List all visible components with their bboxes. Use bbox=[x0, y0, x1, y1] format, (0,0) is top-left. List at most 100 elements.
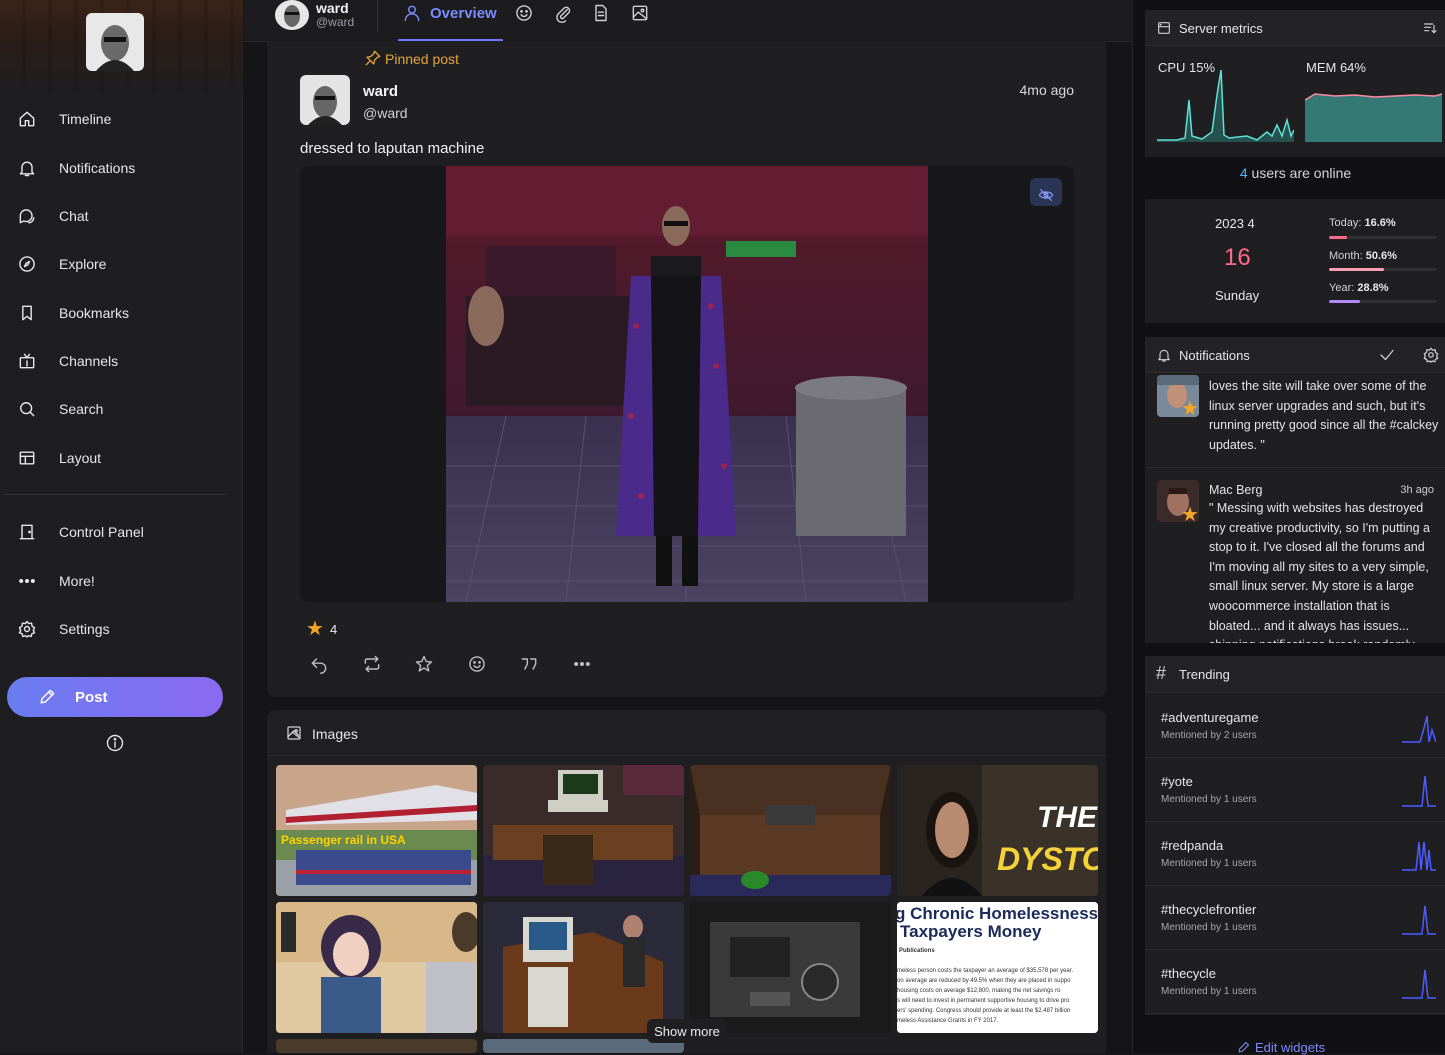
gallery-thumb-rail[interactable]: Passenger rail in USA bbox=[276, 765, 477, 896]
images-header[interactable]: Images bbox=[267, 710, 1106, 756]
user-icon bbox=[404, 5, 420, 22]
nav-chat[interactable]: Chat bbox=[0, 196, 243, 236]
trend-mentions: Mentioned by 1 users bbox=[1161, 986, 1257, 997]
sort-icon[interactable] bbox=[1422, 20, 1438, 36]
nav-search[interactable]: Search bbox=[0, 389, 243, 429]
bell-icon bbox=[19, 161, 35, 177]
post-author-name[interactable]: ward bbox=[363, 83, 398, 100]
trend-mentions: Mentioned by 1 users bbox=[1161, 794, 1257, 805]
online-text: users are online bbox=[1247, 165, 1352, 181]
post-button[interactable]: Post bbox=[7, 677, 223, 717]
nav-settings[interactable]: Settings bbox=[0, 609, 243, 649]
nav-label: Chat bbox=[59, 208, 89, 224]
avatar[interactable] bbox=[275, 0, 309, 30]
post-timestamp[interactable]: 4mo ago bbox=[1020, 82, 1074, 98]
page-header: ward @ward Overview bbox=[244, 0, 1131, 42]
trend-sparkline bbox=[1402, 715, 1436, 743]
avatar[interactable] bbox=[86, 13, 144, 71]
boost-icon[interactable] bbox=[362, 654, 382, 674]
quote-icon[interactable] bbox=[519, 654, 539, 674]
trend-tag: #yote bbox=[1161, 774, 1193, 789]
compass-icon bbox=[19, 256, 35, 272]
layout-icon bbox=[19, 451, 35, 465]
nav-label: Notifications bbox=[59, 160, 136, 176]
nav-label: Explore bbox=[59, 256, 107, 272]
nav-notifications[interactable]: Notifications bbox=[0, 148, 243, 188]
nav-label: Timeline bbox=[59, 111, 112, 127]
nav-control-panel[interactable]: Control Panel bbox=[0, 512, 243, 552]
images-title: Images bbox=[312, 726, 358, 742]
nav-label: Layout bbox=[59, 450, 102, 466]
chevron-up-icon[interactable] bbox=[285, 724, 303, 742]
nav-timeline[interactable]: Timeline bbox=[0, 99, 243, 139]
gallery-thumb-desk[interactable] bbox=[483, 765, 684, 896]
progress-today-bar bbox=[1329, 236, 1437, 239]
thumb-caption: THE A bbox=[1037, 801, 1098, 834]
post-media bbox=[300, 166, 1074, 602]
nav-explore[interactable]: Explore bbox=[0, 244, 243, 284]
emoji-icon[interactable] bbox=[514, 3, 534, 23]
divider bbox=[4, 494, 226, 495]
trend-mentions: Mentioned by 2 users bbox=[1161, 730, 1257, 741]
trend-item[interactable]: #thecyclefrontier Mentioned by 1 users bbox=[1145, 886, 1445, 950]
gallery-thumb-dystopia[interactable]: THE A DYSTOPI bbox=[897, 765, 1098, 896]
avatar[interactable] bbox=[300, 75, 350, 125]
nav-more[interactable]: More! bbox=[0, 561, 243, 601]
cpu-line bbox=[1157, 70, 1294, 141]
reply-icon[interactable] bbox=[309, 654, 329, 674]
profile-name: ward bbox=[316, 0, 349, 16]
trend-item[interactable]: #adventuregame Mentioned by 2 users bbox=[1145, 694, 1445, 758]
document-icon[interactable] bbox=[591, 3, 611, 23]
gallery-thumb-machine[interactable] bbox=[690, 902, 891, 1033]
more-icon[interactable] bbox=[572, 654, 592, 674]
nav-label: Search bbox=[59, 401, 104, 417]
star-icon: ★ bbox=[1181, 504, 1199, 526]
notification-text: loves the site will take over some of th… bbox=[1209, 379, 1439, 452]
bell-icon bbox=[1158, 349, 1170, 362]
trend-item[interactable]: #thecycle Mentioned by 1 users bbox=[1145, 950, 1445, 1014]
post-image[interactable] bbox=[446, 166, 928, 602]
trend-sparkline bbox=[1402, 775, 1436, 807]
trend-tag: #redpanda bbox=[1161, 838, 1224, 853]
nav-label: Channels bbox=[59, 353, 119, 369]
star-outline-icon[interactable] bbox=[414, 654, 434, 674]
widgets-column: Server metrics CPU 15% MEM 64% 4 users a… bbox=[1132, 0, 1445, 1055]
nav-label: Control Panel bbox=[59, 524, 144, 540]
widget-title: Server metrics bbox=[1179, 21, 1263, 36]
profile-handle: @ward bbox=[316, 15, 355, 29]
tab-overview[interactable]: Overview bbox=[392, 0, 503, 42]
server-icon bbox=[1158, 22, 1170, 34]
emoji-icon[interactable] bbox=[467, 654, 487, 674]
show-more-button[interactable]: Show more bbox=[647, 1019, 727, 1043]
gallery-thumb-article[interactable]: g Chronic Homelessness Taxpayers Money P… bbox=[897, 902, 1098, 1033]
widget-header: Server metrics bbox=[1145, 10, 1445, 46]
thumb-caption: DYSTOPI bbox=[997, 841, 1098, 877]
pencil-icon bbox=[40, 689, 55, 704]
trend-sparkline bbox=[1402, 905, 1436, 935]
gallery-thumb-computer[interactable] bbox=[483, 902, 684, 1033]
nav-channels[interactable]: Channels bbox=[0, 341, 243, 381]
check-icon[interactable] bbox=[1378, 346, 1396, 364]
notification-author[interactable]: Mac Berg bbox=[1209, 483, 1263, 497]
gallery-thumb-anime[interactable] bbox=[276, 902, 477, 1033]
pinned-text: Pinned post bbox=[385, 51, 459, 67]
image-icon[interactable] bbox=[630, 3, 650, 23]
thumb-caption: meless person costs the taxpayer an aver… bbox=[897, 968, 1073, 974]
trend-item[interactable]: #redpanda Mentioned by 1 users bbox=[1145, 822, 1445, 886]
paperclip-icon[interactable] bbox=[553, 3, 573, 23]
gear-icon[interactable] bbox=[1422, 346, 1440, 364]
thumb-caption: on average are reduced by 49.5% when the… bbox=[897, 978, 1071, 984]
hide-media-button[interactable] bbox=[1030, 178, 1062, 206]
nav-bookmarks[interactable]: Bookmarks bbox=[0, 293, 243, 333]
notification-time: 3h ago bbox=[1400, 484, 1434, 496]
nav-layout[interactable]: Layout bbox=[0, 438, 243, 478]
trend-tag: #thecyclefrontier bbox=[1161, 902, 1257, 917]
trend-item[interactable]: #yote Mentioned by 1 users bbox=[1145, 758, 1445, 822]
gallery-thumb-room[interactable] bbox=[690, 765, 891, 896]
gallery-thumb[interactable] bbox=[276, 1039, 477, 1053]
widget-header: # Trending bbox=[1145, 656, 1445, 693]
notifications-widget: Notifications ★ loves the site will take… bbox=[1145, 337, 1445, 643]
cpu-graph bbox=[1157, 70, 1294, 142]
info-icon[interactable] bbox=[105, 733, 125, 753]
calendar-widget: 2023 4 16 Sunday Today: 16.6% Month: 50.… bbox=[1145, 199, 1445, 323]
